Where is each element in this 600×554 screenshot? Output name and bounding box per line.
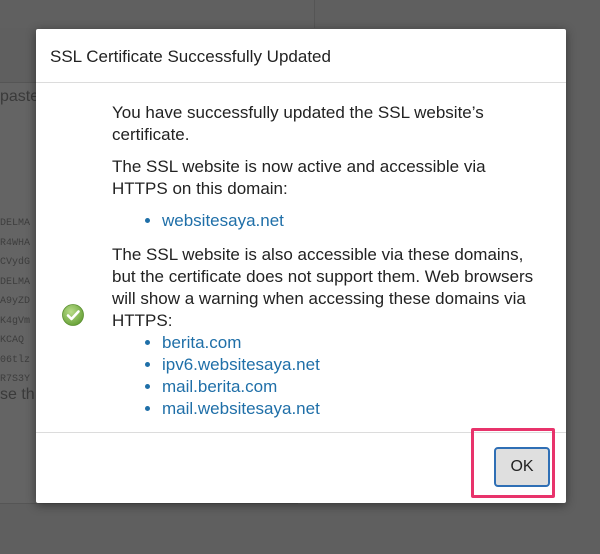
ssl-success-dialog: SSL Certificate Successfully Updated You…	[36, 29, 566, 503]
code-line: 06tlz	[0, 354, 31, 366]
background-paste-text: paste	[0, 88, 40, 105]
domain-link[interactable]: ipv6.websitesaya.net	[162, 355, 320, 374]
code-line: DELMA	[0, 276, 31, 288]
list-item[interactable]: mail.berita.com	[162, 376, 542, 398]
domain-link[interactable]: mail.websitesaya.net	[162, 399, 320, 418]
dialog-title: SSL Certificate Successfully Updated	[50, 47, 331, 66]
code-line: R4WHA	[0, 237, 31, 249]
active-domain-message: The SSL website is now active and access…	[112, 157, 486, 198]
list-item[interactable]: berita.com	[162, 332, 542, 354]
list-item[interactable]: websitesaya.net	[162, 210, 542, 232]
code-line: K4gVm	[0, 315, 31, 327]
domain-link[interactable]: berita.com	[162, 333, 241, 352]
dialog-content: You have successfully updated the SSL we…	[112, 102, 542, 432]
code-line: KCAQ	[0, 335, 25, 346]
success-message: You have successfully updated the SSL we…	[112, 103, 484, 144]
background-top-panel	[0, 0, 315, 28]
success-check-icon	[62, 304, 84, 326]
ok-button[interactable]: OK	[494, 447, 550, 487]
list-item[interactable]: ipv6.websitesaya.net	[162, 354, 542, 376]
code-line: A9yZD	[0, 296, 31, 307]
domain-link[interactable]: websitesaya.net	[162, 211, 284, 230]
domain-link[interactable]: mail.berita.com	[162, 377, 277, 396]
code-line: CVydG	[0, 257, 31, 268]
dialog-body[interactable]: You have successfully updated the SSL we…	[36, 84, 566, 432]
primary-domain-list: websitesaya.net	[112, 210, 542, 232]
code-line: DELMA	[0, 218, 31, 229]
dialog-footer: OK	[36, 428, 566, 503]
warning-domains-message: The SSL website is also accessible via t…	[112, 245, 534, 330]
list-item[interactable]: mail.websitesaya.net	[162, 398, 542, 420]
background-bottom-text: se th	[0, 386, 35, 403]
other-domain-list: berita.com ipv6.websitesaya.net mail.ber…	[112, 332, 542, 420]
background-code-lines: DELMA R4WHA CVydG DELMA A9yZD K4gVm KCAQ…	[0, 214, 30, 390]
dialog-header: SSL Certificate Successfully Updated	[36, 29, 566, 83]
